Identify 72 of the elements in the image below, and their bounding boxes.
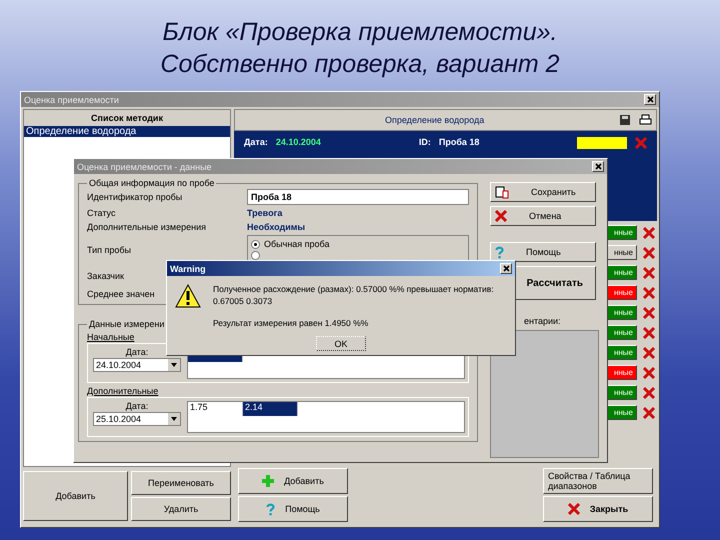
close-button[interactable] (644, 94, 656, 105)
field-label: Статус (87, 208, 116, 218)
cross-icon (643, 386, 655, 398)
cross-icon (643, 406, 655, 418)
radio-button[interactable] (251, 240, 260, 248)
date-combo[interactable]: 25.10.2004 (93, 412, 181, 426)
cross-icon (568, 503, 580, 515)
cross-icon (643, 366, 655, 378)
cross-icon (635, 137, 647, 149)
close-button[interactable] (500, 263, 512, 274)
comments-label: ентарии: (524, 316, 562, 326)
section-title: Начальные (87, 332, 134, 342)
list-item[interactable]: Определение водорода (24, 126, 230, 137)
plus-icon (262, 475, 274, 487)
close-button[interactable] (592, 161, 604, 172)
cross-icon (643, 346, 655, 358)
grid-cell[interactable]: 2.14 (243, 402, 298, 416)
question-mark-icon (495, 246, 504, 258)
field-label: Дополнительные измерения (87, 222, 206, 232)
field-label: Идентификатор пробы (87, 192, 182, 202)
id-label: ID: (418, 137, 431, 147)
cross-icon (643, 286, 655, 298)
save-icon[interactable] (619, 114, 631, 126)
date-value: 24.10.2004 (276, 137, 321, 147)
field-label: Среднее значен (87, 288, 155, 298)
date-label: Дата: (244, 137, 268, 147)
save-button[interactable]: Сохранить (490, 182, 596, 202)
cross-icon (643, 226, 655, 238)
status-value: Тревога (247, 208, 282, 218)
slide-title: Блок «Проверка приемлемости». (162, 17, 558, 48)
dialog-title: Warning (170, 264, 206, 274)
cancel-button[interactable]: Отмена (490, 206, 596, 226)
date-combo[interactable]: 24.10.2004 (93, 358, 181, 372)
ok-button[interactable]: OK (316, 336, 366, 351)
warning-message: 0.67005 0.3073 (213, 296, 274, 306)
add-button[interactable]: Добавить (238, 468, 348, 494)
radio-button[interactable] (251, 251, 260, 260)
add-button[interactable]: Добавить (23, 471, 128, 521)
window-title: Оценка приемлемости (24, 94, 119, 104)
cross-icon (643, 246, 655, 258)
question-mark-icon (266, 502, 276, 516)
group-title: Общая информация по пробе (88, 178, 216, 188)
slide-subtitle: Собственно проверка, вариант 2 (160, 49, 560, 80)
warning-result: Результат измерения равен 1.4950 %% (213, 318, 370, 328)
comments-box[interactable] (490, 330, 599, 458)
date-label: Дата: (126, 347, 148, 357)
rename-button[interactable]: Переименовать (131, 471, 231, 495)
cross-icon (495, 210, 507, 222)
properties-button[interactable]: Свойства / Таблица диапазонов (543, 468, 653, 494)
extra-value: Необходимы (247, 222, 306, 232)
panel-title: Определение водорода (385, 115, 484, 125)
group-title: Данные измерени (88, 319, 166, 329)
warning-icon (175, 284, 201, 308)
cross-icon (643, 306, 655, 318)
delete-button[interactable]: Удалить (131, 497, 231, 521)
cross-icon (643, 266, 655, 278)
radio-label: Обычная проба (264, 239, 330, 249)
document-icon (495, 186, 509, 198)
help-button[interactable]: Помощь (490, 242, 596, 262)
date-label: Дата: (126, 401, 148, 411)
printer-icon[interactable] (639, 114, 652, 126)
field-label: Заказчик (87, 270, 124, 280)
section-title: Дополнительные (87, 386, 158, 396)
id-value: Проба 18 (438, 137, 480, 147)
cross-icon (643, 326, 655, 338)
dialog-title: Оценка приемлемости - данные (77, 162, 212, 172)
close-button[interactable]: Закрыть (543, 496, 653, 522)
list-header: Список методик (24, 110, 230, 126)
help-button[interactable]: Помощь (238, 496, 348, 522)
sample-id-field[interactable]: Проба 18 (247, 189, 469, 205)
field-label: Тип пробы (87, 244, 132, 254)
status-badge (577, 137, 627, 149)
